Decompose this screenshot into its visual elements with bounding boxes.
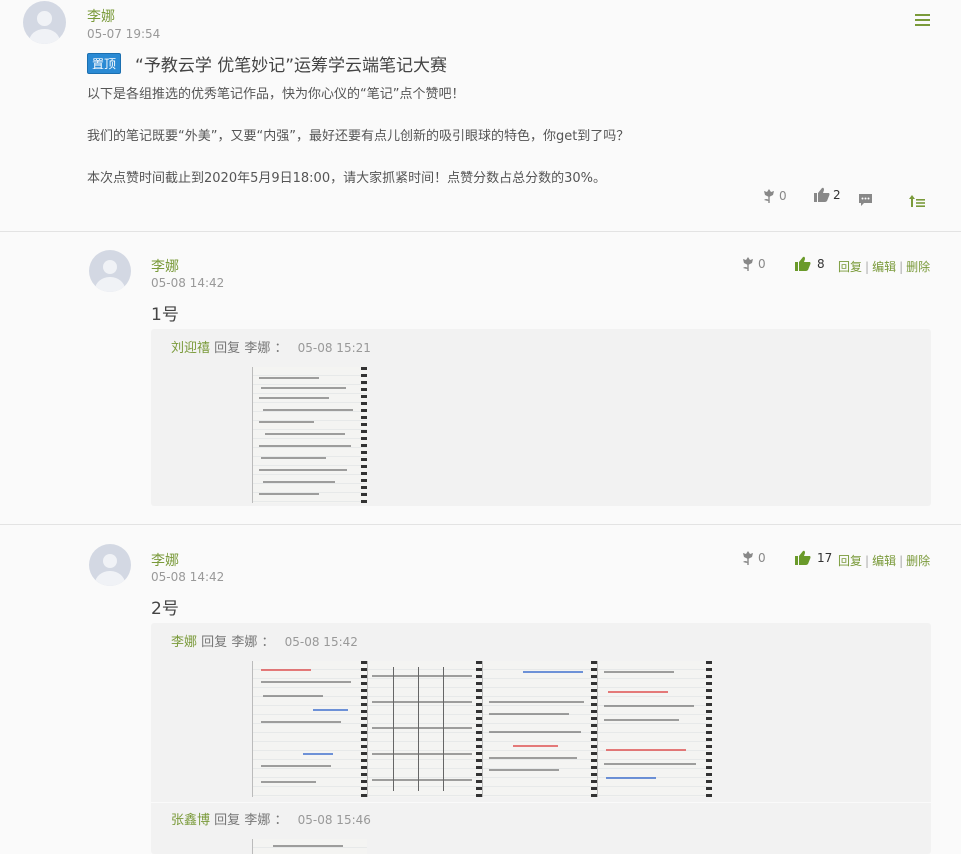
flower-icon — [764, 189, 774, 203]
reply-target[interactable]: 李娜 — [244, 813, 270, 828]
divider — [0, 524, 961, 525]
comment-author[interactable]: 李娜 — [151, 550, 179, 570]
reply-time: 05-08 15:46 — [297, 813, 371, 827]
like-button[interactable]: 17 — [795, 550, 832, 565]
reply-colon: ： — [261, 635, 275, 650]
flower-count: 0 — [779, 189, 787, 203]
thumbs-up-icon — [795, 256, 811, 271]
avatar[interactable] — [89, 250, 131, 292]
note-image[interactable] — [252, 839, 367, 854]
reply-verb: 回复 — [214, 813, 241, 828]
comment-floor: 1号 — [151, 305, 179, 325]
post-paragraph: 本次点赞时间截止到2020年5月9日18:00，请大家抓紧时间！点赞分数占总分数… — [87, 171, 606, 186]
reply-time: 05-08 15:21 — [297, 341, 371, 355]
note-image[interactable] — [252, 661, 367, 797]
flower-button[interactable]: 0 — [762, 188, 787, 204]
reply-colon: ： — [274, 341, 288, 356]
reply-link[interactable]: 回复 — [838, 552, 862, 569]
reply-verb: 回复 — [201, 635, 228, 650]
note-image[interactable] — [252, 367, 367, 503]
reply-time: 05-08 15:42 — [284, 635, 358, 649]
comment-author[interactable]: 李娜 — [151, 256, 179, 276]
thumbs-up-icon — [814, 187, 830, 202]
flower-icon — [743, 551, 753, 565]
comment-floor: 2号 — [151, 599, 179, 619]
reply-separator — [151, 802, 931, 803]
separator: | — [899, 259, 904, 274]
reply-target[interactable]: 李娜 — [231, 635, 257, 650]
reply-header: 张鑫博 回复 李娜 ： 05-08 15:46 — [171, 809, 371, 828]
edit-link[interactable]: 编辑 — [872, 258, 896, 275]
post-title: “予教云学 优笔妙记”运筹学云端笔记大赛 — [135, 56, 448, 76]
like-count: 17 — [817, 550, 833, 565]
separator: | — [865, 259, 870, 274]
reply-author[interactable]: 张鑫博 — [171, 813, 210, 828]
flower-button[interactable]: 0 — [741, 550, 766, 566]
reply-target[interactable]: 李娜 — [244, 341, 270, 356]
comment-time: 05-08 14:42 — [151, 276, 225, 290]
reply-link[interactable]: 回复 — [838, 258, 862, 275]
thumbs-up-icon — [795, 550, 811, 565]
like-count: 8 — [817, 256, 825, 271]
reply-author[interactable]: 李娜 — [171, 635, 197, 650]
post-paragraph: 我们的笔记既要“外美”，又要“内强”，最好还要有点儿创新的吸引眼球的特色，你ge… — [87, 129, 630, 144]
like-count: 2 — [833, 187, 841, 202]
pin-badge: 置顶 — [87, 53, 122, 74]
delete-link[interactable]: 删除 — [906, 258, 930, 275]
post-time: 05-07 19:54 — [87, 27, 161, 41]
like-button[interactable]: 8 — [795, 256, 825, 271]
reply-colon: ： — [274, 813, 288, 828]
avatar[interactable] — [23, 1, 66, 44]
separator: | — [899, 553, 904, 568]
reply-author[interactable]: 刘迎禧 — [171, 341, 210, 356]
flower-button[interactable]: 0 — [741, 256, 766, 272]
post-paragraph: 以下是各组推选的优秀笔记作品，快为你心仪的“笔记”点个赞吧！ — [87, 87, 465, 102]
separator: | — [865, 553, 870, 568]
like-button[interactable]: 2 — [814, 187, 841, 202]
divider — [0, 231, 961, 232]
delete-link[interactable]: 删除 — [906, 552, 930, 569]
avatar[interactable] — [89, 544, 131, 586]
reply-header: 刘迎禧 回复 李娜 ： 05-08 15:21 — [171, 337, 371, 356]
note-image[interactable] — [597, 661, 712, 797]
comment-time: 05-08 14:42 — [151, 570, 225, 584]
post-author[interactable]: 李娜 — [87, 6, 115, 26]
reply-header: 李娜 回复 李娜 ： 05-08 15:42 — [171, 631, 358, 650]
edit-link[interactable]: 编辑 — [872, 552, 896, 569]
comment-icon[interactable] — [858, 192, 873, 211]
flower-icon — [743, 257, 753, 271]
reply-verb: 回复 — [214, 341, 241, 356]
flower-count: 0 — [758, 257, 766, 271]
note-image[interactable] — [367, 661, 482, 797]
flower-count: 0 — [758, 551, 766, 565]
sort-icon[interactable] — [909, 192, 925, 211]
menu-icon[interactable] — [915, 14, 930, 26]
note-image[interactable] — [482, 661, 597, 797]
